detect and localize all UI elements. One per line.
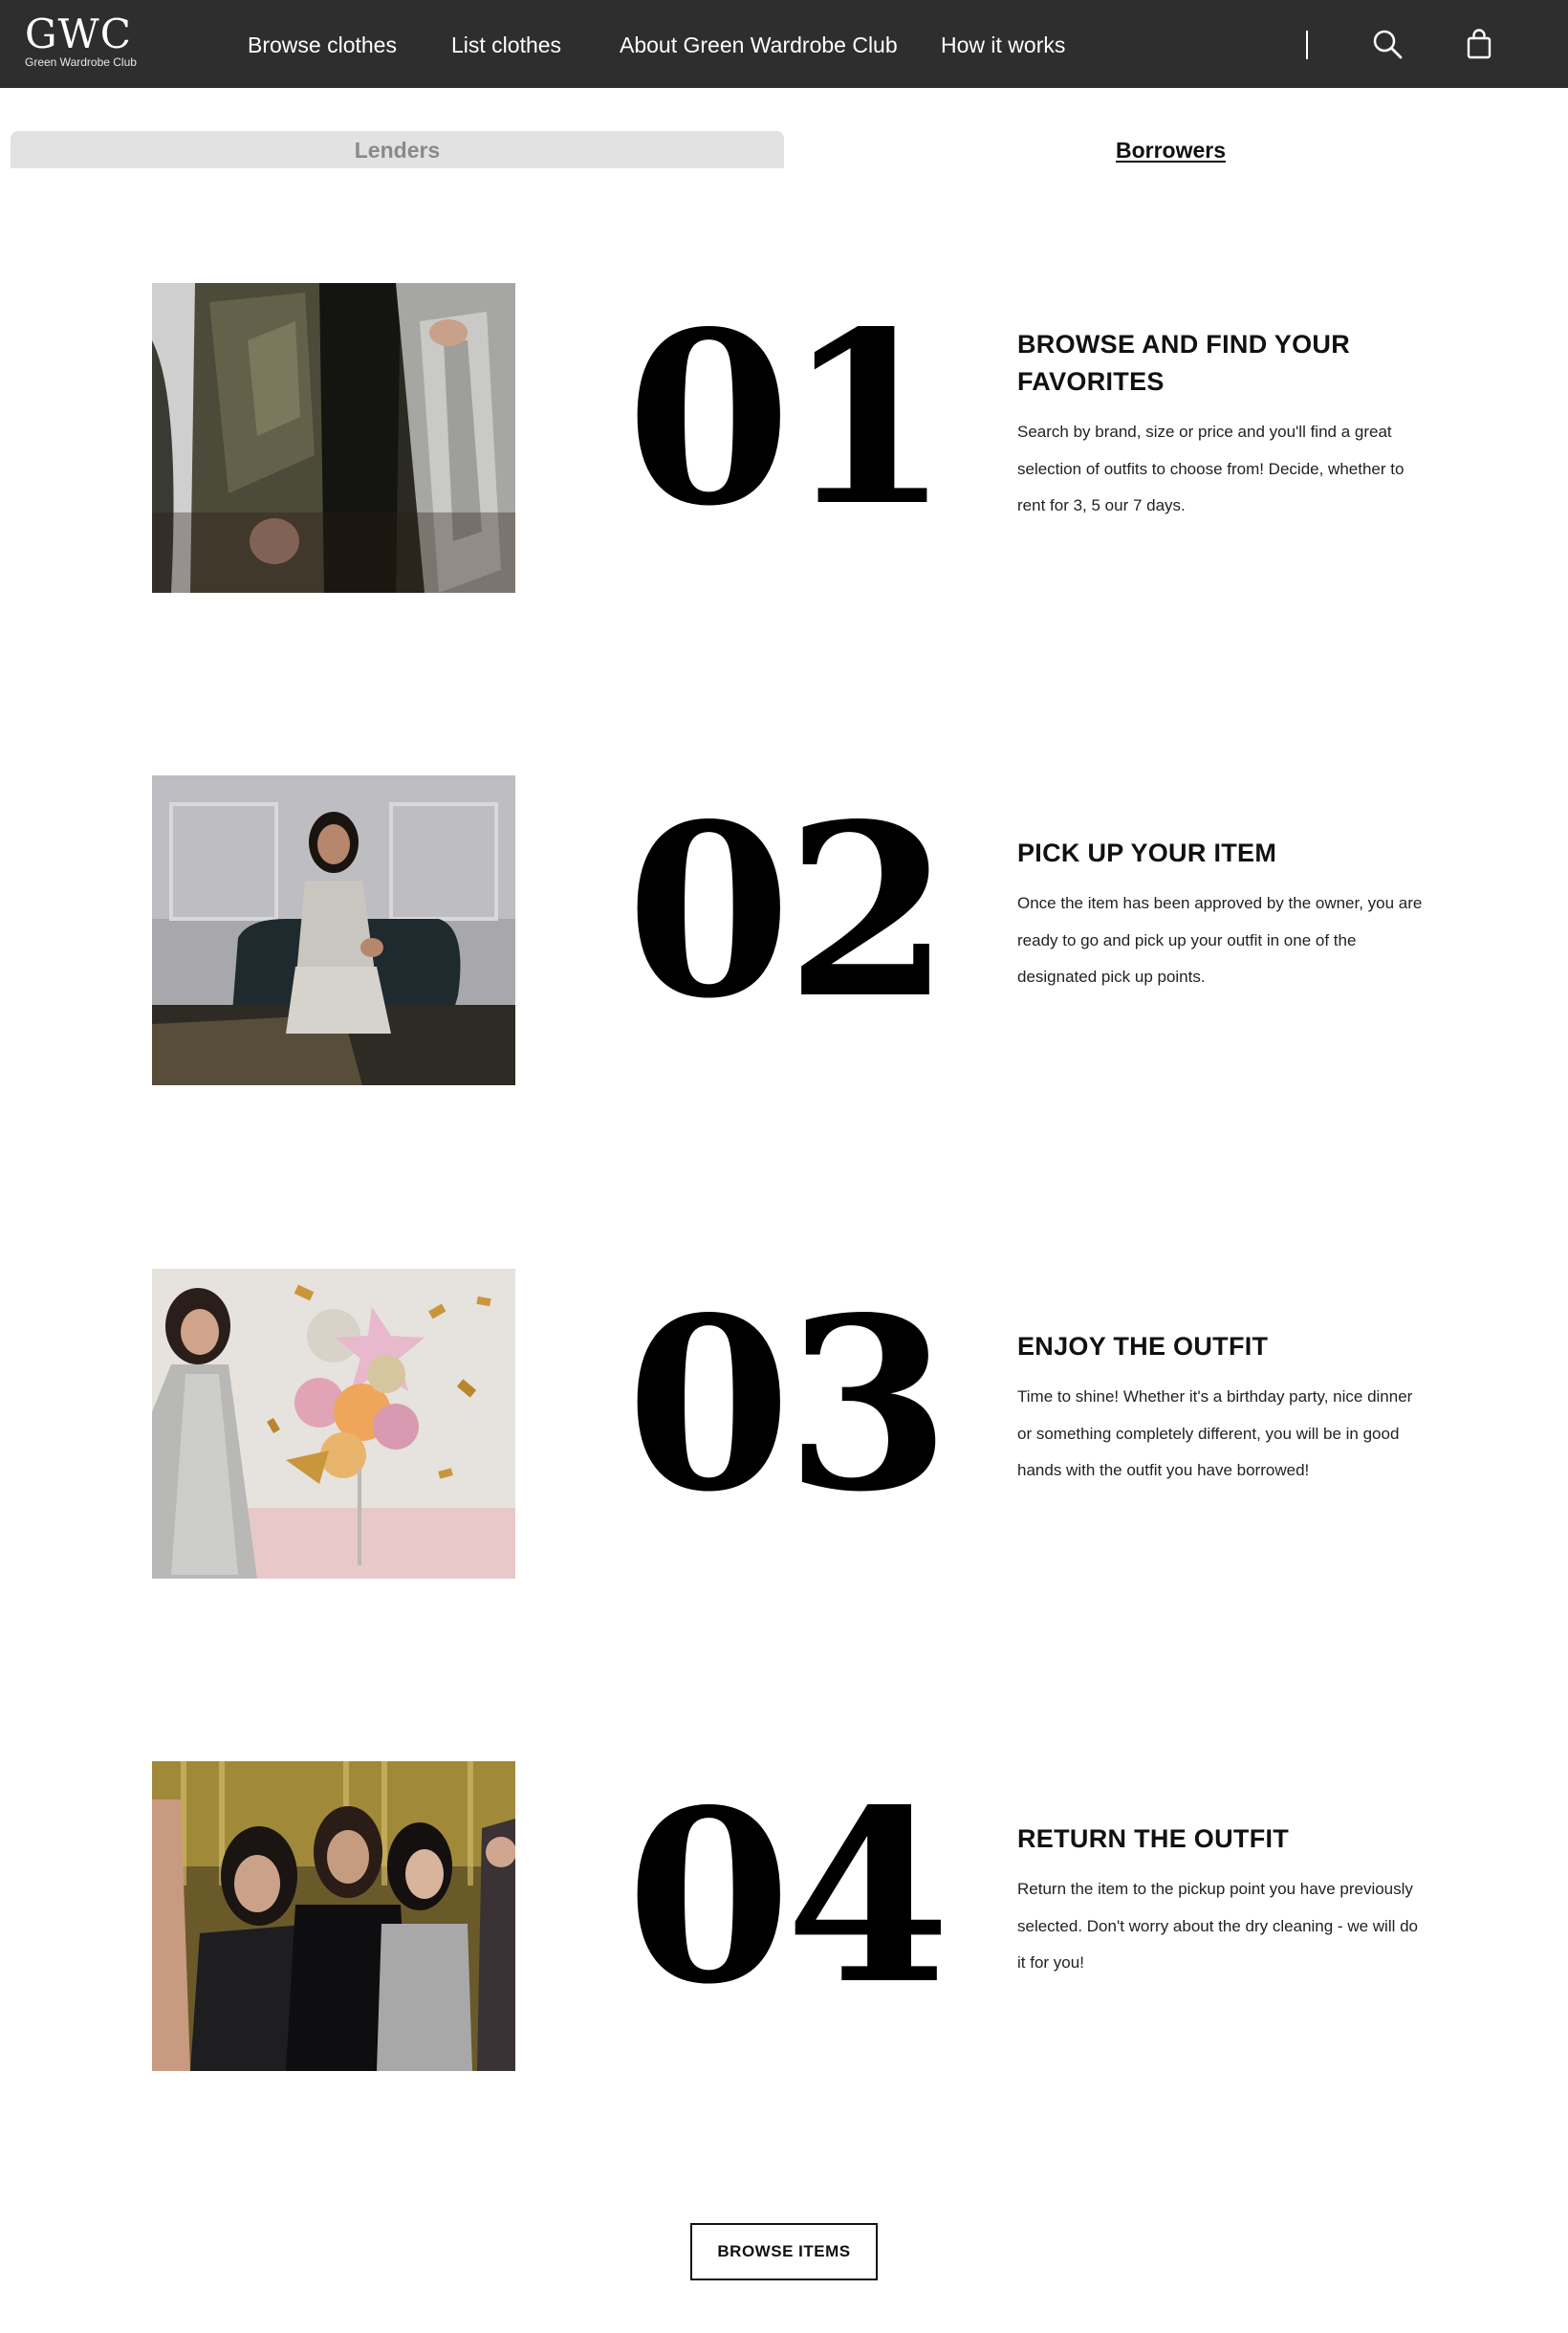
nav-browse-clothes[interactable]: Browse clothes	[248, 29, 397, 61]
step-1-text: BROWSE AND FIND YOUR FAVORITES Search by…	[1017, 326, 1428, 525]
step-1-title: BROWSE AND FIND YOUR FAVORITES	[1017, 330, 1351, 396]
step-1-number: 01	[626, 280, 950, 558]
step-4-image	[152, 1761, 515, 2071]
step-4-text: RETURN THE OUTFIT Return the item to the…	[1017, 1821, 1428, 1982]
nav-list-clothes[interactable]: List clothes	[451, 29, 561, 61]
step-2-text: PICK UP YOUR ITEM Once the item has been…	[1017, 835, 1428, 996]
nav-how-it-works[interactable]: How it works	[941, 29, 1065, 61]
top-navbar: GWC Green Wardrobe Club Browse clothes L…	[0, 0, 1568, 88]
search-icon[interactable]	[1370, 27, 1405, 61]
site-logo[interactable]: GWC Green Wardrobe Club	[25, 13, 149, 75]
step-3: 03 ENJOY THE OUTFIT Time to shine! Wheth…	[0, 1269, 1568, 1579]
step-3-text: ENJOY THE OUTFIT Time to shine! Whether …	[1017, 1328, 1428, 1490]
browse-items-button[interactable]: BROWSE ITEMS	[690, 2223, 878, 2280]
step-4-number: 04	[626, 1758, 950, 2037]
step-3-title: ENJOY THE OUTFIT	[1017, 1332, 1269, 1361]
nav-about[interactable]: About Green Wardrobe Club	[620, 29, 898, 61]
step-1-description: Search by brand, size or price and you'l…	[1017, 423, 1405, 514]
tab-borrowers[interactable]: Borrowers	[784, 131, 1557, 168]
step-2-number: 02	[626, 773, 950, 1051]
step-2: 02 PICK UP YOUR ITEM Once the item has b…	[0, 775, 1568, 1085]
step-4-title: RETURN THE OUTFIT	[1017, 1824, 1290, 1853]
step-2-image	[152, 775, 515, 1085]
step-2-description: Once the item has been approved by the o…	[1017, 894, 1423, 986]
tab-borrowers-label: Borrowers	[1115, 138, 1227, 163]
step-3-description: Time to shine! Whether it's a birthday p…	[1017, 1387, 1413, 1479]
step-2-title: PICK UP YOUR ITEM	[1017, 839, 1277, 867]
step-4-description: Return the item to the pickup point you …	[1017, 1880, 1419, 1972]
nav-divider	[1306, 31, 1308, 59]
logo-subtitle: Green Wardrobe Club	[25, 55, 137, 69]
step-1: 01 BROWSE AND FIND YOUR FAVORITES Search…	[0, 283, 1568, 593]
tab-lenders[interactable]: Lenders	[11, 131, 784, 168]
step-3-image	[152, 1269, 515, 1579]
logo-mark: GWC	[25, 11, 132, 57]
step-1-image	[152, 283, 515, 593]
step-4: 04 RETURN THE OUTFIT Return the item to …	[0, 1761, 1568, 2071]
shopping-bag-icon[interactable]	[1462, 27, 1496, 61]
step-3-number: 03	[626, 1266, 950, 1544]
